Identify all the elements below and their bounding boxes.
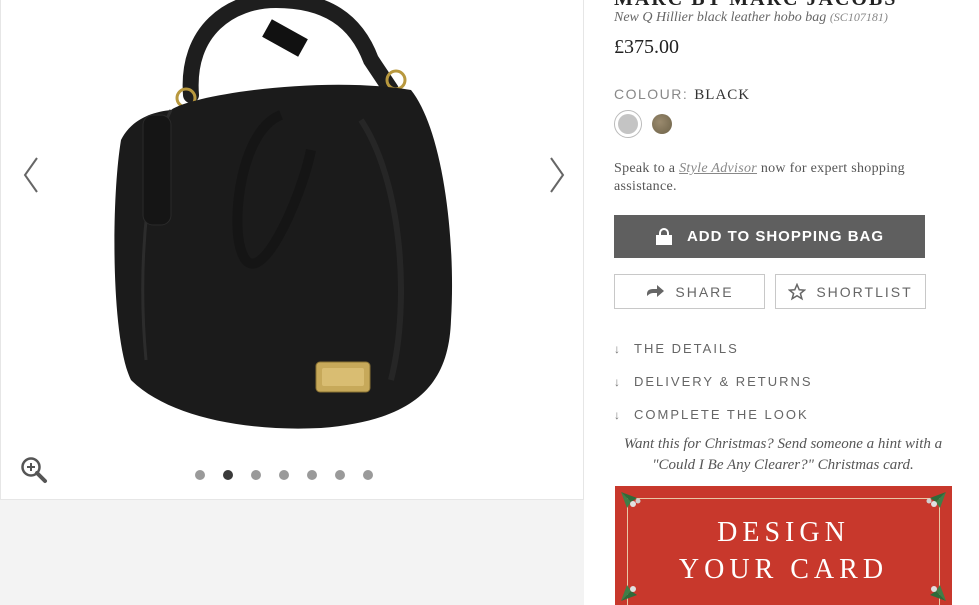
- zoom-in-icon[interactable]: [20, 456, 48, 484]
- gallery-dot[interactable]: [363, 470, 373, 480]
- product-details-panel: MARC BY MARC JACOBS New Q Hillier black …: [584, 0, 979, 605]
- colour-selector: COLOUR: BLACK: [614, 86, 750, 104]
- gallery-next-arrow-icon[interactable]: [541, 150, 571, 200]
- colour-label: COLOUR:: [614, 86, 689, 102]
- share-button[interactable]: SHARE: [614, 274, 765, 309]
- colour-swatches: [614, 110, 672, 138]
- gallery-dot-active[interactable]: [223, 470, 233, 480]
- gallery-dot[interactable]: [279, 470, 289, 480]
- banner-line-2: YOUR CARD: [678, 554, 889, 585]
- gallery-prev-arrow-icon[interactable]: [17, 150, 47, 200]
- gallery-dot[interactable]: [195, 470, 205, 480]
- shortlist-label: SHORTLIST: [816, 283, 913, 300]
- share-label: SHARE: [675, 283, 734, 300]
- style-advisor-text: Speak to a Style Advisor now for expert …: [614, 160, 934, 196]
- accordion-the-details[interactable]: ↓ THE DETAILS: [614, 332, 934, 365]
- accordion-label: DELIVERY & RETURNS: [634, 374, 813, 389]
- arrow-down-icon: ↓: [614, 374, 622, 389]
- banner-line-1: DESIGN: [717, 517, 850, 548]
- swatch-selected[interactable]: [614, 110, 642, 138]
- style-advisor-link[interactable]: Style Advisor: [679, 161, 757, 176]
- gallery-dot[interactable]: [307, 470, 317, 480]
- design-your-card-banner[interactable]: DESIGN YOUR CARD: [615, 486, 952, 605]
- gallery-dot[interactable]: [251, 470, 261, 480]
- page-background: [0, 500, 584, 605]
- arrow-down-icon: ↓: [614, 341, 622, 356]
- arrow-down-icon: ↓: [614, 407, 622, 422]
- product-code: (SC107181): [829, 10, 888, 24]
- product-info-accordion: ↓ THE DETAILS ↓ DELIVERY & RETURNS ↓ COM…: [614, 332, 934, 431]
- accordion-delivery-returns[interactable]: ↓ DELIVERY & RETURNS: [614, 365, 934, 398]
- shopping-bag-icon: [655, 227, 672, 245]
- banner-text: DESIGN YOUR CARD: [615, 514, 952, 588]
- product-gallery: [0, 0, 584, 500]
- accordion-label: COMPLETE THE LOOK: [634, 407, 809, 422]
- product-name-text: New Q Hillier black leather hobo bag: [614, 10, 827, 25]
- star-icon: [788, 282, 807, 300]
- accordion-label: THE DETAILS: [634, 341, 739, 356]
- product-name: New Q Hillier black leather hobo bag (SC…: [614, 10, 888, 26]
- gallery-dot[interactable]: [335, 470, 345, 480]
- product-image: [114, 0, 453, 429]
- accordion-complete-the-look[interactable]: ↓ COMPLETE THE LOOK: [614, 398, 934, 431]
- advisor-prefix: Speak to a: [614, 161, 680, 176]
- swatch-taupe[interactable]: [652, 114, 672, 134]
- colour-value: BLACK: [694, 87, 751, 103]
- gallery-pagination: [195, 470, 373, 480]
- share-arrow-icon: [647, 284, 665, 297]
- product-price: £375.00: [614, 36, 679, 58]
- add-to-shopping-bag-button[interactable]: ADD TO SHOPPING BAG: [614, 215, 925, 258]
- shortlist-button[interactable]: SHORTLIST: [775, 274, 926, 309]
- christmas-hint-text: Want this for Christmas? Send someone a …: [623, 436, 943, 473]
- add-to-bag-label: ADD TO SHOPPING BAG: [686, 228, 885, 245]
